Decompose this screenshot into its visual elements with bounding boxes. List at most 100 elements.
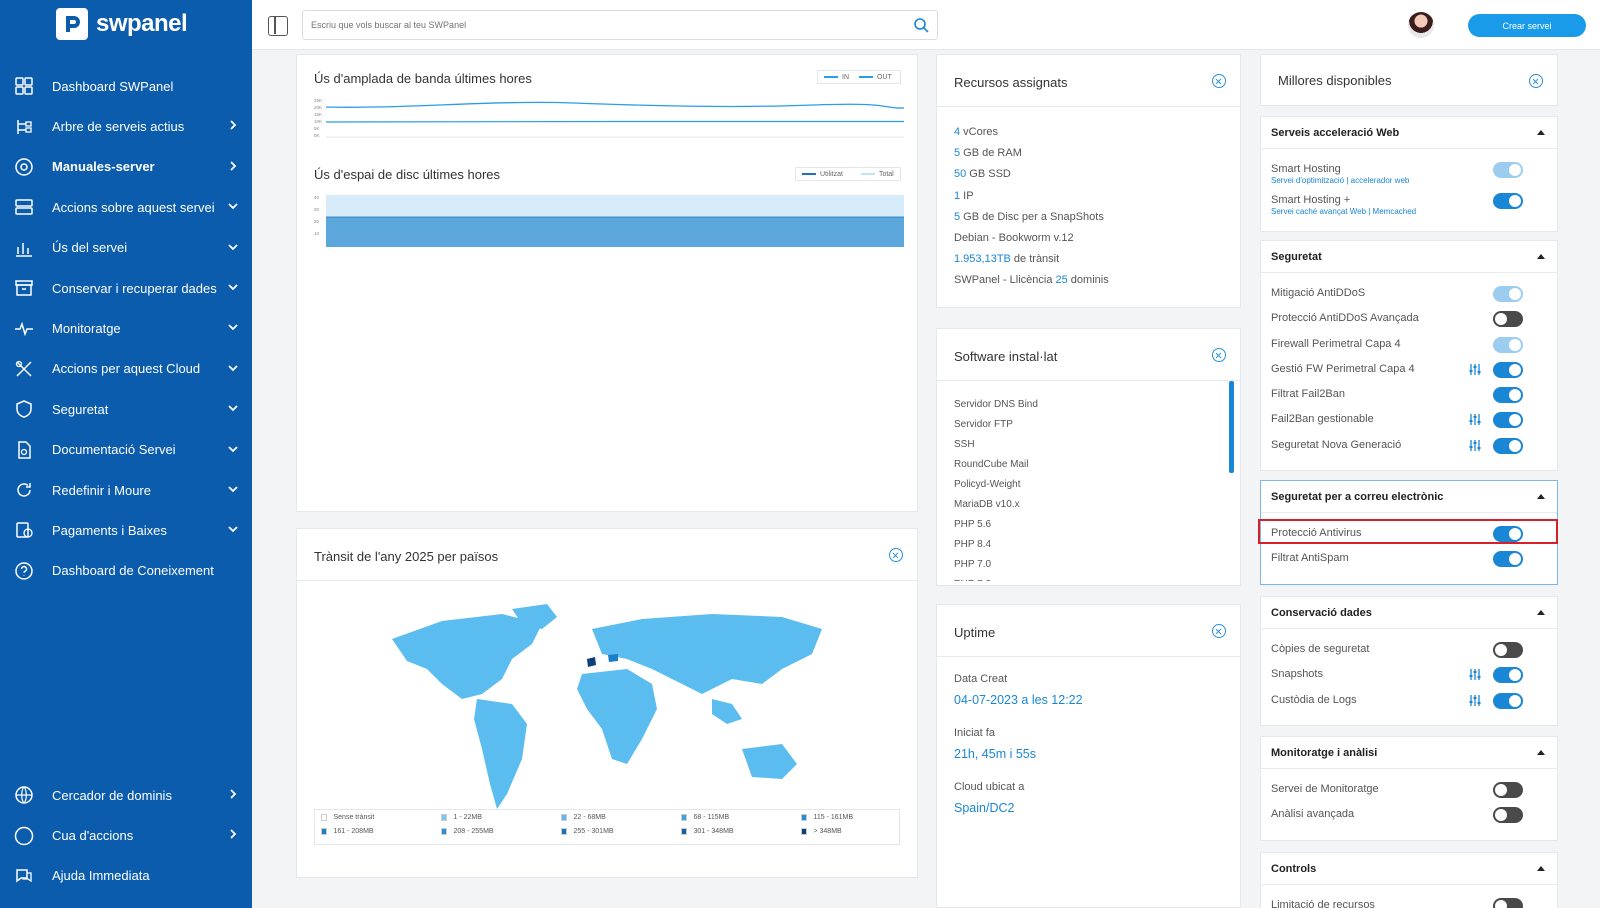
section-conservaci-dades: Conservació dades Còpies de seguretat Snap…: [1260, 596, 1558, 726]
australia: [742, 744, 797, 779]
sidebar-item-cua-d-accions[interactable]: Cua d'accions: [0, 815, 252, 855]
chevron-down-icon: [226, 240, 240, 254]
sidebar-item-documentaci-servei[interactable]: Documentació Servei: [0, 430, 252, 470]
section-header[interactable]: Seguretat per a correu electrònic: [1261, 481, 1557, 513]
toggle-switch[interactable]: [1493, 437, 1523, 454]
collapse-caret-icon[interactable]: [1537, 750, 1545, 755]
sliders-icon[interactable]: [1469, 668, 1481, 681]
software-list: Servidor DNS Bind Servidor FTP SSH RoundCub…: [937, 381, 1240, 581]
legend-item: Sense trànsit: [321, 814, 441, 821]
toggle-switch[interactable]: [1493, 193, 1523, 209]
close-icon[interactable]: [1212, 348, 1226, 362]
sidebar-item-arbre-de-serveis-actius[interactable]: Arbre de serveis actius: [0, 106, 252, 146]
shield-icon: [14, 399, 34, 419]
logo[interactable]: swpanel: [56, 8, 188, 40]
toggle-switch[interactable]: [1493, 667, 1523, 684]
chevron-down-icon: [226, 442, 240, 456]
resources-title: Recursos assignats: [954, 75, 1068, 90]
software-item: MariaDB v10.x: [954, 499, 1020, 510]
sliders-icon[interactable]: [1469, 694, 1481, 707]
sidebar-item-seguretat[interactable]: Seguretat: [0, 389, 252, 429]
search-input[interactable]: [303, 11, 883, 39]
chevron-down-icon: [226, 361, 240, 375]
close-icon[interactable]: [1529, 74, 1543, 88]
sidebar-item-pagaments-i-baixes[interactable]: Pagaments i Baixes: [0, 510, 252, 550]
section-header[interactable]: Controls: [1261, 853, 1557, 885]
close-icon[interactable]: [1212, 624, 1226, 638]
world-map: [392, 604, 822, 809]
section-header[interactable]: Monitoratge i anàlisi: [1261, 737, 1557, 769]
sidebar-item-accions-sobre-aquest-servei[interactable]: Accions sobre aquest servei: [0, 187, 252, 227]
sidebar-item-ajuda-immediata[interactable]: Ajuda Immediata: [0, 856, 252, 896]
sidebar-item-label: Manuales-server: [52, 159, 155, 175]
sliders-icon[interactable]: [1469, 439, 1481, 452]
sliders-icon[interactable]: [1469, 363, 1481, 376]
sidebar-nav-bottom: Cercador de dominis Cua d'accions Ajuda Im…: [0, 775, 252, 896]
toggle-switch[interactable]: [1493, 807, 1523, 824]
collapse-caret-icon[interactable]: [1537, 254, 1545, 259]
close-icon[interactable]: [1212, 74, 1226, 88]
chevron-down-icon: [226, 320, 240, 334]
collapse-caret-icon[interactable]: [1537, 610, 1545, 615]
software-card: Software instal·lat Servidor DNS Bind Ser…: [936, 328, 1241, 586]
toggle-row-limitaci-de-recursos: Limitació de recursos: [1261, 893, 1557, 908]
sidebar-item-monitoratge[interactable]: Monitoratge: [0, 308, 252, 348]
resource-item: 4 vCores: [954, 126, 999, 138]
sidebar-item--s-del-servei[interactable]: Ús del servei: [0, 228, 252, 268]
close-icon[interactable]: [889, 548, 903, 562]
traffic-legend: Sense trànsit 1 - 22MB 22 - 68MB 68 - 115MB…: [314, 809, 900, 845]
sidebar-item-cercador-de-dominis[interactable]: Cercador de dominis: [0, 775, 252, 815]
collapse-caret-icon[interactable]: [1537, 494, 1545, 499]
toggle-row-servei-de-monitoratge: Servei de Monitoratge: [1261, 777, 1557, 802]
section-monitoratge-i-an-lisi: Monitoratge i anàlisi Servei de Monitorat…: [1260, 736, 1558, 841]
sidebar-item-dashboard-de-coneixement[interactable]: Dashboard de Coneixement: [0, 551, 252, 591]
legend-item: 208 - 255MB: [441, 828, 561, 835]
resource-item: 5 GB de RAM: [954, 147, 1022, 160]
sidebar-item-manuales-server[interactable]: Manuales-server: [0, 147, 252, 187]
section-header[interactable]: Conservació dades: [1261, 597, 1557, 629]
tree-icon: [14, 117, 34, 137]
disk-tick-20: 20: [314, 219, 320, 224]
sidebar-item-redefinir-i-moure[interactable]: Redefinir i Moure: [0, 470, 252, 510]
create-service-button[interactable]: Crear servei: [1468, 14, 1586, 37]
collapse-caret-icon[interactable]: [1537, 130, 1545, 135]
sidebar-item-accions-per-aquest-cloud[interactable]: Accions per aquest Cloud: [0, 349, 252, 389]
sidebar-item-label: Conservar i recuperar dades: [52, 280, 217, 296]
chevron-right-icon: [226, 159, 240, 173]
avatar[interactable]: [1408, 12, 1434, 38]
sidebar-item-dashboard-swpanel[interactable]: Dashboard SWPanel: [0, 66, 252, 106]
toggle-switch[interactable]: [1493, 387, 1523, 404]
refresh-icon: [14, 480, 34, 500]
collapse-caret-icon[interactable]: [1537, 866, 1545, 871]
toggle-switch[interactable]: [1493, 361, 1523, 378]
toggle-switch[interactable]: [1493, 898, 1523, 908]
toggle-switch[interactable]: [1493, 551, 1523, 568]
sidebar-item-conservar-i-recuperar-dades[interactable]: Conservar i recuperar dades: [0, 268, 252, 308]
toggle-switch[interactable]: [1493, 311, 1523, 328]
toggle-switch[interactable]: [1493, 782, 1523, 798]
toggle-row-mitigaci-antiddos: Mitigació AntiDDoS: [1261, 281, 1557, 306]
uptime-title: Uptime: [954, 625, 996, 640]
toggle-switch[interactable]: [1493, 642, 1523, 658]
collapse-sidebar-icon[interactable]: [268, 16, 288, 36]
dashboard-icon: [14, 76, 34, 96]
resource-item: SWPanel - Llicència 25 dominis: [954, 274, 1109, 287]
section-header[interactable]: Serveis acceleració Web: [1261, 117, 1557, 149]
toggle-switch[interactable]: [1493, 692, 1523, 709]
section-header[interactable]: Seguretat: [1261, 241, 1557, 273]
southeast-asia: [712, 699, 742, 724]
toggle-row-firewall-perimetral-capa-4: Firewall Perimetral Capa 4: [1261, 332, 1557, 357]
bw-tick-10k: 10K: [314, 119, 322, 124]
highlight-antivirus: [1258, 519, 1558, 544]
section-serveis-acceleraci-web: Serveis acceleració Web Smart Hosting Serv…: [1260, 116, 1558, 232]
pulse-icon: [14, 319, 34, 339]
software-item: PHP 7.0: [954, 559, 992, 570]
sidebar-item-label: Redefinir i Moure: [52, 482, 151, 498]
sidebar-item-label: Ajuda Immediata: [52, 868, 150, 884]
toggle-switch[interactable]: [1493, 412, 1523, 429]
tools-icon: [14, 359, 34, 379]
bw-tick-25k: 25K: [314, 98, 322, 103]
search-icon[interactable]: [913, 17, 929, 33]
software-scrollbar[interactable]: [1229, 381, 1234, 473]
sliders-icon[interactable]: [1469, 413, 1481, 426]
